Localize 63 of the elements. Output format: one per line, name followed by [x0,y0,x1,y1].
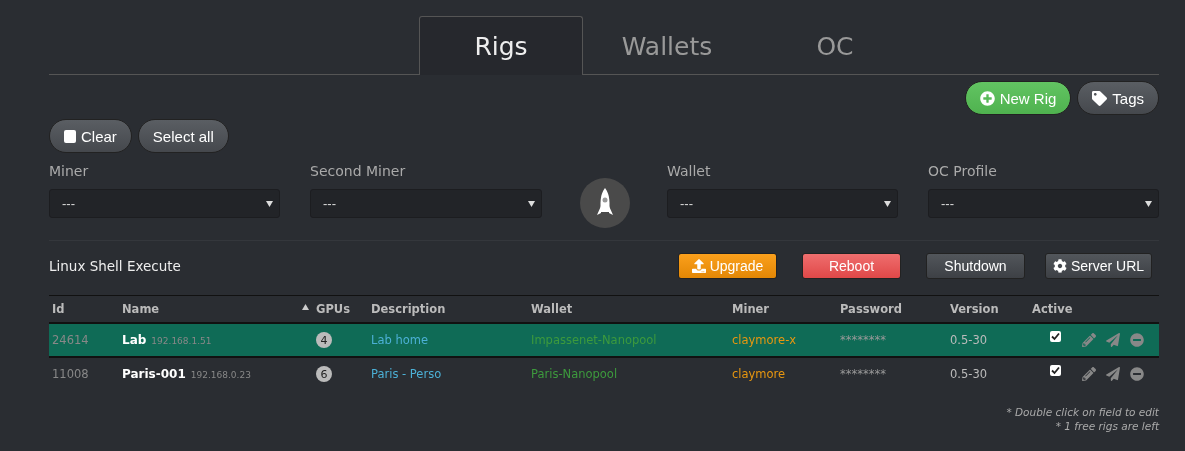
column-header: Id [52,302,66,316]
command-button[interactable]: Shutdown [926,253,1025,279]
caret-icon [266,200,273,207]
checkbox-icon [64,129,76,143]
caret-icon [1145,200,1152,207]
table-cell-text: 24614 [52,333,90,347]
tab[interactable]: Wallets [583,16,751,75]
plus-icon [979,90,995,106]
column-header: Wallet [531,302,574,316]
table-cell-text: claymore-x [732,333,798,347]
table-cell-text: Paris-Nanopool [531,367,619,381]
table-cell-text: Lab home [371,333,429,347]
caret-icon [528,200,535,207]
tag-icon [1092,90,1108,106]
column-header: GPUs [316,302,352,316]
table-cell-text: ******** [840,333,887,347]
field-label: OC Profile [928,163,998,179]
ip-address: 192.168.0.23 [190,370,251,380]
tab[interactable]: Rigs [419,16,583,75]
table-cell-text: ******** [840,367,887,381]
tab[interactable]: OC [751,16,919,75]
column-header: Password [840,302,903,316]
hint-text: * Double click on field to edit [1006,406,1159,418]
table-row[interactable]: 11008 Paris-001 192.168.0.23 6 Paris - Perso Paris-Nanopool claymore ******** 0.5-30 [49,358,1159,390]
table-cell-text: 0.5-30 [950,333,989,347]
table-cell-text: 0.5-30 [950,367,989,381]
gpu-count-badge: 4 [316,332,332,348]
column-header[interactable]: Name [122,302,302,316]
dropdown[interactable]: --- [667,189,898,218]
column-header: Version [950,302,1000,316]
settings-icon [1052,259,1067,273]
field-label: Miner [49,163,90,179]
rig-name: Paris-001 [122,367,186,381]
column-header: Active [1032,302,1074,316]
dropdown[interactable]: --- [928,189,1159,218]
edit-icon[interactable] [1082,367,1096,381]
sort-icon [302,304,309,310]
upload-icon [691,259,706,273]
send-icon[interactable] [1106,367,1120,381]
rig-name: Lab [122,333,147,347]
dropdown[interactable]: --- [49,189,280,218]
ip-address: 192.168.1.51 [151,336,212,346]
table-cell-text: Paris - Perso [371,367,443,381]
checkbox[interactable] [1050,330,1061,342]
field-label: Wallet [667,163,712,179]
column-header: Miner [732,302,771,316]
remove-icon[interactable] [1130,367,1144,381]
hint-text: * 1 free rigs are left [1055,420,1159,432]
selection-button[interactable]: Select all [137,119,229,153]
action-button[interactable]: Tags [1077,81,1159,115]
section-title: Linux Shell Execute [49,258,182,274]
table-cell-text: 11008 [52,367,90,381]
command-button[interactable]: Reboot [802,253,901,279]
table-cell-text: claymore [732,367,787,381]
dropdown[interactable]: --- [310,189,542,218]
caret-icon [884,200,891,207]
checkbox[interactable] [1050,364,1061,376]
command-button[interactable]: Server URL [1045,253,1152,279]
field-label: Second Miner [310,163,407,179]
column-header: Description [371,302,447,316]
rocket-icon[interactable] [579,178,630,228]
gpu-count-badge: 6 [316,366,332,382]
selection-button[interactable]: Clear [49,119,132,153]
